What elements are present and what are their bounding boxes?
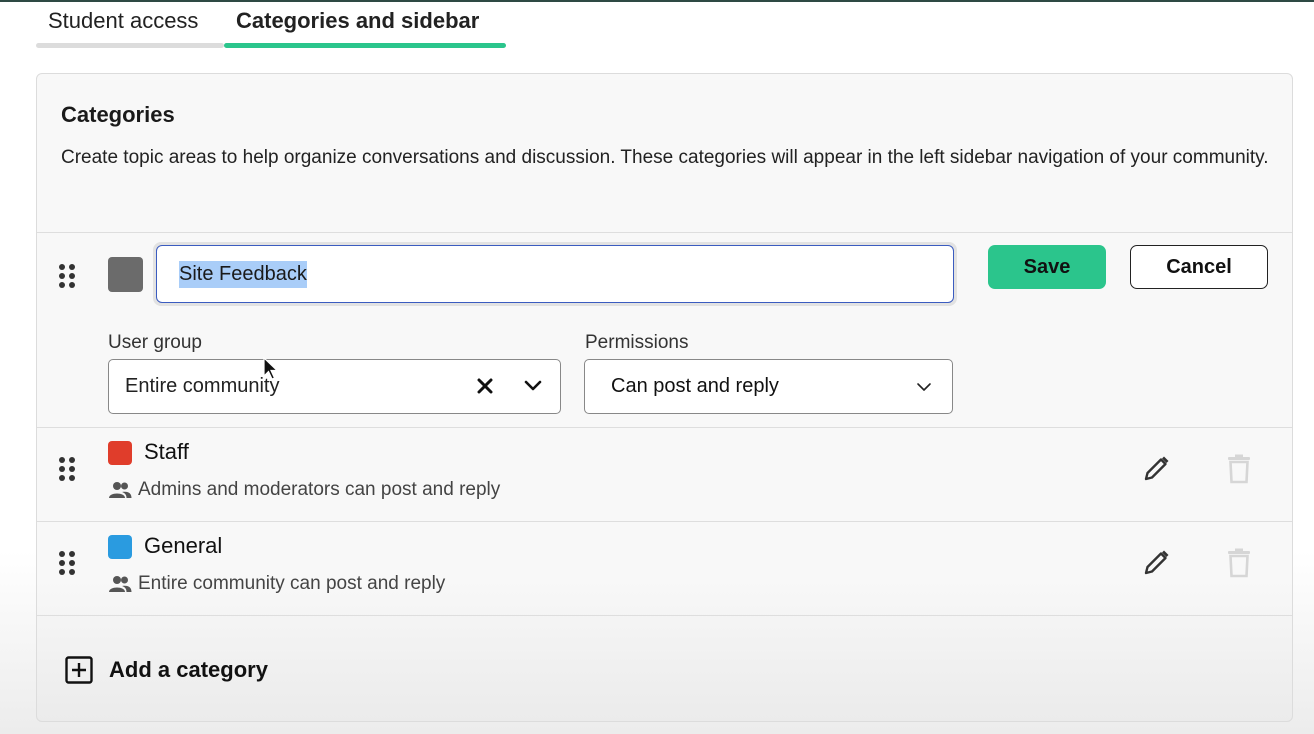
add-category-label: Add a category: [109, 657, 268, 682]
tab-bar: Student access Categories and sidebar: [36, 0, 506, 50]
people-icon: [109, 576, 132, 592]
divider: [37, 232, 1292, 233]
user-group-select[interactable]: Entire community: [108, 359, 561, 414]
drag-handle-icon[interactable]: [59, 551, 75, 575]
pencil-icon[interactable]: [1141, 548, 1171, 578]
trash-icon[interactable]: [1227, 454, 1251, 484]
category-permission-summary: Entire community can post and reply: [108, 573, 445, 595]
mouse-cursor-icon: [263, 357, 279, 380]
drag-handle-icon[interactable]: [59, 264, 75, 288]
trash-icon[interactable]: [1227, 548, 1251, 578]
section-title: Categories: [61, 102, 175, 127]
user-group-value: Entire community: [125, 375, 280, 397]
category-name: Staff: [144, 439, 189, 464]
tab-label: Categories and sidebar: [236, 8, 480, 33]
drag-handle-icon[interactable]: [59, 457, 75, 481]
categories-card: Categories Create topic areas to help or…: [36, 73, 1293, 722]
category-name-focus-ring: Site Feedback: [153, 242, 957, 306]
permissions-select[interactable]: Can post and reply: [584, 359, 953, 414]
section-description: Create topic areas to help organize conv…: [61, 147, 1269, 168]
category-color-swatch: [108, 441, 132, 465]
selected-text: Site Feedback: [179, 260, 307, 288]
people-icon: [109, 482, 132, 498]
user-group-label: User group: [108, 332, 202, 353]
category-name: General: [144, 533, 223, 558]
tab-student-access[interactable]: Student access: [36, 0, 224, 48]
permissions-label: Permissions: [585, 332, 689, 353]
tab-categories-and-sidebar[interactable]: Categories and sidebar: [224, 0, 506, 48]
add-category-button[interactable]: Add a category: [65, 656, 268, 684]
divider: [37, 427, 1292, 428]
pencil-icon[interactable]: [1141, 454, 1171, 484]
category-permission-summary: Admins and moderators can post and reply: [108, 479, 500, 501]
clear-icon[interactable]: [476, 377, 494, 395]
category-color-picker[interactable]: [108, 257, 143, 292]
divider: [37, 521, 1292, 522]
tab-underline: [36, 43, 224, 48]
card-header: Categories Create topic areas to help or…: [61, 102, 1271, 173]
plus-square-icon: [65, 656, 93, 684]
category-description: Admins and moderators can post and reply: [138, 479, 501, 500]
tab-label: Student access: [48, 8, 199, 33]
category-name-input[interactable]: Site Feedback: [156, 245, 954, 303]
chevron-down-icon[interactable]: [524, 379, 542, 393]
category-color-swatch: [108, 535, 132, 559]
chevron-down-icon: [917, 383, 931, 391]
category-description: Entire community can post and reply: [138, 573, 446, 594]
tab-underline-active: [224, 43, 506, 48]
cancel-button[interactable]: Cancel: [1130, 245, 1268, 289]
divider: [37, 615, 1292, 616]
permissions-value: Can post and reply: [611, 375, 779, 397]
save-button[interactable]: Save: [988, 245, 1106, 289]
